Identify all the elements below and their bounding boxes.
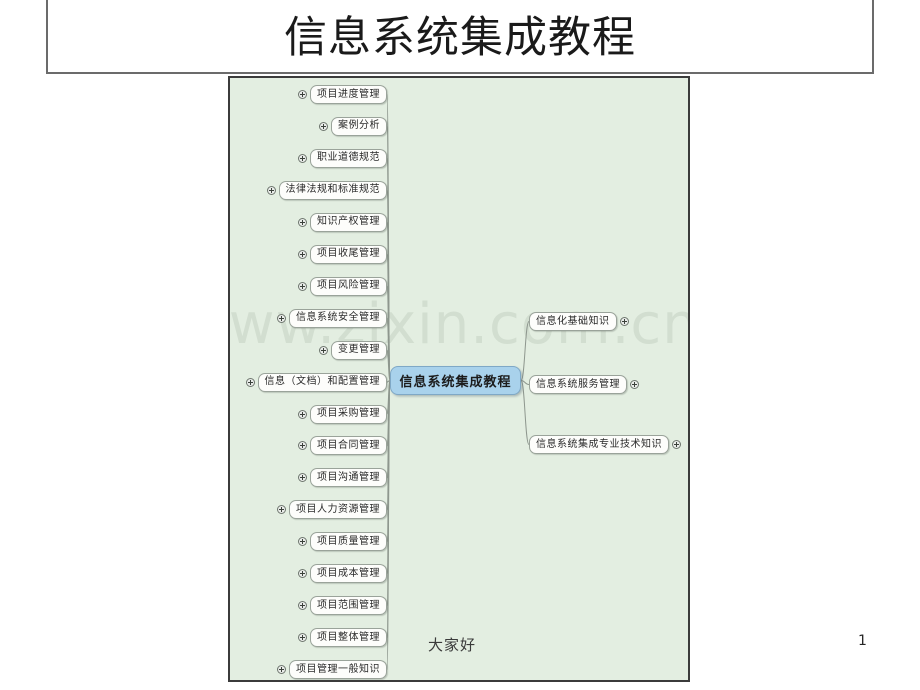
mindmap-left-node[interactable]: 项目管理一般知识 — [277, 660, 387, 680]
slide-number: 1 — [858, 633, 867, 649]
mindmap-right-node[interactable]: 信息化基础知识 — [529, 312, 629, 331]
title-box: 信息系统集成教程 — [46, 0, 874, 74]
mindmap-node-box[interactable]: 知识产权管理 — [310, 212, 387, 232]
plus-circle-icon[interactable] — [245, 377, 255, 387]
mindmap-left-node[interactable]: 项目合同管理 — [298, 436, 387, 456]
mindmap-left-node[interactable]: 职业道德规范 — [298, 148, 387, 168]
mindmap-node-label: 项目人力资源管理 — [296, 503, 380, 515]
mindmap-node-box[interactable]: 项目管理一般知识 — [289, 660, 387, 680]
mindmap-node-label: 信息化基础知识 — [536, 315, 610, 327]
plus-circle-icon[interactable] — [298, 569, 307, 579]
mindmap-node-label: 项目合同管理 — [317, 439, 380, 451]
page-title: 信息系统集成教程 — [284, 12, 636, 63]
mindmap-node-label: 项目管理一般知识 — [296, 663, 380, 675]
mindmap-node-box[interactable]: 法律法规和标准规范 — [278, 180, 387, 200]
mindmap-node-box[interactable]: 项目进度管理 — [310, 85, 387, 104]
mindmap-node-box[interactable]: 变更管理 — [331, 340, 387, 360]
mindmap-node-box[interactable]: 职业道德规范 — [310, 148, 387, 168]
plus-circle-icon[interactable] — [277, 313, 286, 323]
mindmap-node-label: 项目进度管理 — [317, 88, 380, 100]
mindmap-node-label: 知识产权管理 — [317, 216, 380, 228]
mindmap-left-node[interactable]: 项目整体管理 — [298, 628, 387, 648]
mindmap-node-box[interactable]: 项目合同管理 — [310, 436, 387, 456]
mindmap-node-label: 项目收尾管理 — [317, 248, 380, 260]
mindmap-node-label: 职业道德规范 — [317, 152, 380, 164]
plus-circle-icon[interactable] — [319, 121, 328, 131]
mindmap-panel: www.zixin.com.cn 信息系统集成教程 项目进度管理案例分析职业道德… — [228, 76, 690, 682]
mindmap-left-node[interactable]: 项目人力资源管理 — [277, 500, 387, 520]
mindmap-node-label: 法律法规和标准规范 — [285, 184, 380, 196]
plus-circle-icon[interactable] — [266, 185, 276, 195]
plus-circle-icon[interactable] — [298, 249, 307, 259]
mindmap-node-box[interactable]: 项目范围管理 — [310, 596, 387, 616]
mindmap-left-node[interactable]: 项目采购管理 — [298, 404, 387, 424]
mindmap-node-box[interactable]: 信息（文档）和配置管理 — [257, 372, 387, 392]
mindmap-right-node[interactable]: 信息系统集成专业技术知识 — [529, 435, 681, 454]
plus-circle-icon[interactable] — [672, 440, 681, 449]
mindmap-left-node[interactable]: 信息系统安全管理 — [277, 308, 387, 328]
mindmap-node-label: 项目沟通管理 — [317, 471, 380, 483]
mindmap-node-box[interactable]: 项目质量管理 — [310, 532, 387, 552]
mindmap-left-node[interactable]: 项目质量管理 — [298, 532, 387, 552]
mindmap-node-box[interactable]: 项目整体管理 — [310, 628, 387, 648]
mindmap-node-box[interactable]: 信息系统集成专业技术知识 — [529, 435, 669, 454]
mindmap-left-node[interactable]: 知识产权管理 — [298, 212, 387, 232]
mindmap-center-node[interactable]: 信息系统集成教程 — [390, 366, 521, 395]
mindmap-node-label: 变更管理 — [338, 344, 380, 356]
mindmap-left-node[interactable]: 项目收尾管理 — [298, 244, 387, 264]
mindmap-node-box[interactable]: 项目风险管理 — [310, 276, 387, 296]
mindmap-node-box[interactable]: 项目成本管理 — [310, 564, 387, 584]
mindmap-node-label: 项目采购管理 — [317, 408, 380, 419]
mindmap-node-box[interactable]: 项目人力资源管理 — [289, 500, 387, 520]
plus-circle-icon[interactable] — [277, 505, 286, 515]
plus-circle-icon[interactable] — [298, 473, 307, 483]
mindmap-left-node[interactable]: 项目风险管理 — [298, 276, 387, 296]
plus-circle-icon[interactable] — [298, 153, 307, 163]
mindmap-canvas: www.zixin.com.cn 信息系统集成教程 项目进度管理案例分析职业道德… — [230, 78, 688, 680]
mindmap-node-box[interactable]: 项目采购管理 — [310, 404, 387, 424]
plus-circle-icon[interactable] — [298, 601, 307, 611]
mindmap-left-node[interactable]: 项目范围管理 — [298, 596, 387, 616]
plus-circle-icon[interactable] — [298, 217, 307, 227]
mindmap-node-label: 信息系统集成专业技术知识 — [536, 438, 662, 450]
mindmap-node-box[interactable]: 信息系统安全管理 — [289, 308, 387, 328]
plus-circle-icon[interactable] — [298, 90, 307, 99]
plus-circle-icon[interactable] — [277, 665, 286, 675]
plus-circle-icon[interactable] — [298, 441, 307, 451]
plus-circle-icon[interactable] — [319, 345, 328, 355]
mindmap-node-label: 信息（文档）和配置管理 — [264, 376, 380, 388]
plus-circle-icon[interactable] — [298, 537, 307, 547]
mindmap-node-box[interactable]: 项目收尾管理 — [310, 244, 387, 264]
mindmap-node-label: 信息系统服务管理 — [536, 378, 620, 390]
mindmap-node-box[interactable]: 信息系统服务管理 — [529, 375, 627, 394]
mindmap-node-label: 项目范围管理 — [317, 599, 380, 611]
plus-circle-icon[interactable] — [298, 409, 307, 419]
mindmap-left-node[interactable]: 项目沟通管理 — [298, 468, 387, 488]
plus-circle-icon[interactable] — [630, 380, 639, 389]
mindmap-node-label: 案例分析 — [338, 120, 380, 132]
mindmap-node-box[interactable]: 案例分析 — [331, 116, 387, 136]
mindmap-left-node[interactable]: 项目进度管理 — [298, 85, 387, 104]
mindmap-node-label: 项目风险管理 — [317, 280, 380, 292]
mindmap-left-node[interactable]: 法律法规和标准规范 — [266, 180, 387, 200]
mindmap-node-label: 信息系统安全管理 — [296, 312, 380, 324]
mindmap-left-node[interactable]: 信息（文档）和配置管理 — [245, 372, 387, 392]
mindmap-node-label: 项目成本管理 — [317, 567, 380, 579]
mindmap-node-label: 项目质量管理 — [317, 535, 380, 547]
mindmap-node-box[interactable]: 项目沟通管理 — [310, 468, 387, 488]
plus-circle-icon[interactable] — [298, 281, 307, 291]
mindmap-left-node[interactable]: 项目成本管理 — [298, 564, 387, 584]
mindmap-left-node[interactable]: 变更管理 — [319, 340, 387, 360]
slide-canvas: 信息系统集成教程 www.zixin.com.cn 信息系统集成教程 项目进度管… — [0, 0, 920, 690]
mindmap-node-label: 项目整体管理 — [317, 631, 380, 643]
mindmap-right-node[interactable]: 信息系统服务管理 — [529, 375, 639, 394]
plus-circle-icon[interactable] — [298, 633, 307, 643]
plus-circle-icon[interactable] — [619, 317, 629, 326]
mindmap-node-box[interactable]: 信息化基础知识 — [529, 312, 617, 331]
mindmap-center-label: 信息系统集成教程 — [399, 375, 512, 390]
mindmap-left-node[interactable]: 案例分析 — [319, 116, 387, 136]
